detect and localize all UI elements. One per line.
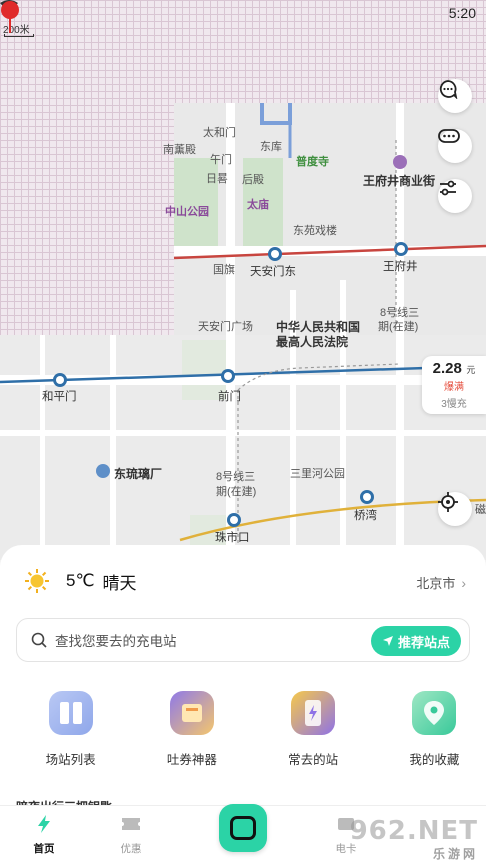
station-list-icon [48, 691, 93, 735]
locate-button[interactable] [438, 492, 472, 526]
shortcut-label: 我的收藏 [409, 753, 460, 767]
subway-station-tiananmen-east [268, 247, 282, 261]
search-bar[interactable]: 查找您要去的充电站 推荐站点 [16, 618, 470, 662]
section-heading-peek: 暗夜出行三把钥匙 [16, 798, 112, 805]
map-label: 东琉璃厂 [114, 467, 163, 481]
shortcut-label: 常去的站 [288, 753, 339, 767]
subway-station-zhushikou [227, 513, 241, 527]
subway-station-wangfujing [394, 242, 408, 256]
more-dots-icon [438, 129, 460, 143]
watermark-logo: 962.NET 乐游网 [349, 816, 478, 861]
bottom-sheet[interactable]: 5℃ 晴天 北京市 › 查找您要去的充电站 推荐站点 场站列表 吐券神器 常去的… [0, 545, 486, 805]
filter-button[interactable] [438, 179, 472, 213]
map-label: 三里河公园 [290, 468, 345, 480]
map-label: 天安门东 [250, 266, 296, 278]
shortcut-grid: 场站列表 吐券神器 常去的站 我的收藏 [0, 691, 486, 768]
shortcut-station-list[interactable]: 场站列表 [19, 691, 122, 768]
map-label: 王府井 [383, 261, 418, 273]
message-button[interactable] [438, 79, 472, 113]
shortcut-frequent-stations[interactable]: 常去的站 [262, 691, 365, 768]
tab-label: 首页 [33, 843, 55, 855]
tab-coupon[interactable]: 优惠 [101, 814, 161, 856]
charger-count: 3慢充 [441, 399, 467, 410]
sun-icon [25, 569, 49, 593]
map-label: 期(在建) [378, 321, 419, 333]
map-scale-bar [4, 34, 34, 37]
map-label: 王府井商业街 [363, 174, 436, 188]
chevron-right-icon: › [461, 574, 466, 591]
scan-charge-button[interactable] [219, 804, 267, 852]
tab-label: 优惠 [120, 843, 142, 855]
price-row: 2.28 元 [422, 360, 486, 378]
map-label: 南薰殿 [163, 144, 196, 156]
bottom-tab-bar: 首页 优惠 电卡 962.NET 乐游网 [0, 804, 486, 864]
weather-temperature: 5℃ [66, 571, 95, 590]
tab-home[interactable]: 首页 [14, 814, 74, 856]
price-unit: 元 [466, 365, 476, 375]
map-label: 前门 [218, 391, 241, 403]
map-label: 日晷 [206, 173, 228, 185]
city-name: 北京市 [416, 576, 456, 591]
price-value: 2.28 [432, 360, 462, 377]
map-label: 中山公园 [165, 206, 209, 218]
recommend-station-button[interactable]: 推荐站点 [371, 626, 461, 656]
clock: 5:20 [448, 5, 476, 21]
frequent-station-icon [291, 691, 336, 735]
home-bolt-icon [38, 815, 50, 833]
map-label: 国旗 [213, 264, 235, 276]
scan-icon [230, 816, 256, 840]
subway-station-qianmen [221, 369, 235, 383]
search-placeholder: 查找您要去的充电站 [55, 634, 177, 649]
map-view[interactable]: 太和门 南薰殿 东库 午门 普度寺 王府井商业街 日晷 后殿 中山公园 太庙 东… [0, 0, 486, 560]
favorites-icon [412, 691, 457, 735]
shortcut-coupon[interactable]: 吐券神器 [140, 691, 243, 768]
station-status: 爆满 [444, 382, 464, 393]
map-label: 东库 [260, 141, 282, 153]
map-label: 期(在建) [216, 486, 257, 498]
city-selector[interactable]: 北京市 › [416, 573, 466, 592]
search-icon [31, 632, 47, 648]
coupon-icon [169, 691, 214, 735]
map-label: 午门 [210, 154, 232, 166]
poi-icon [96, 464, 110, 478]
mall-poi-icon [393, 155, 407, 169]
map-label: 桥湾 [354, 510, 377, 522]
weather-widget: 5℃ 晴天 [24, 569, 137, 593]
map-label: 磁 [475, 504, 486, 516]
shortcut-label: 场站列表 [45, 753, 96, 767]
map-label: 8号线三 [216, 471, 256, 483]
subway-station-hepingmen [53, 373, 67, 387]
map-label: 和平门 [42, 391, 77, 403]
map-label: 太庙 [247, 199, 269, 211]
location-pin-icon [1, 1, 19, 33]
map-label: 东苑戏楼 [293, 225, 337, 237]
map-label: 后殿 [242, 174, 264, 186]
crosshair-icon [438, 492, 458, 512]
map-label: 太和门 [203, 127, 236, 139]
recommend-label: 推荐站点 [397, 634, 450, 650]
weather-condition: 晴天 [102, 573, 137, 593]
navigation-arrow-icon [382, 636, 393, 646]
map-label: 珠市口 [215, 532, 250, 544]
more-button[interactable] [438, 129, 472, 163]
status-bar: ⤓ 5:20 [0, 0, 486, 28]
filter-sliders-icon [440, 180, 456, 196]
shortcut-favorites[interactable]: 我的收藏 [383, 691, 486, 768]
station-price-card[interactable]: 2.28 元 爆满 3慢充 [422, 356, 486, 414]
coupon-ticket-icon [122, 818, 140, 830]
map-label: 普度寺 [296, 156, 329, 168]
chat-bubble-icon [439, 80, 458, 99]
map-label: 最高人民法院 [276, 335, 349, 349]
map-label: 天安门广场 [198, 321, 253, 333]
shortcut-label: 吐券神器 [166, 753, 217, 767]
subway-station-qiaowan [360, 490, 374, 504]
